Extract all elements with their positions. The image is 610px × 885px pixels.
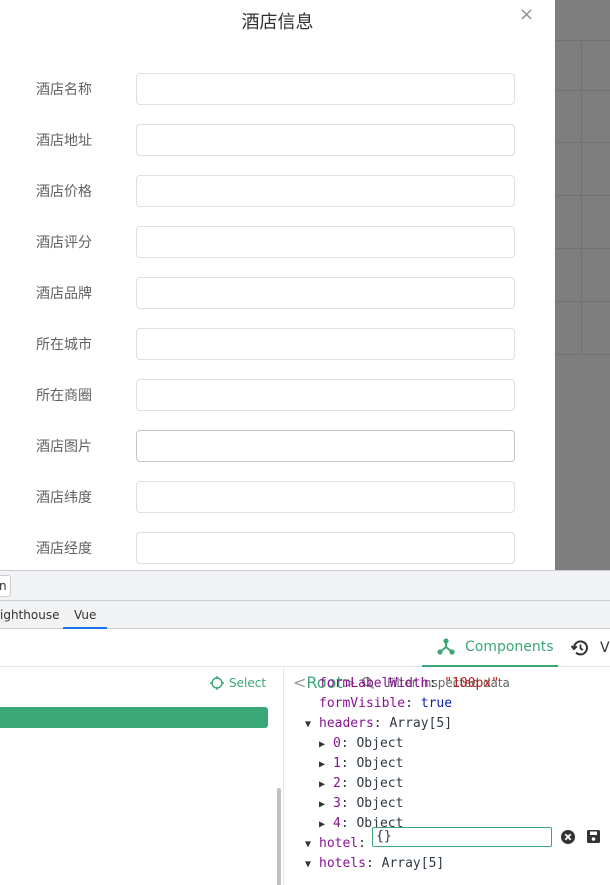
tab-timeline-label: V: [600, 640, 610, 656]
form-item-hotel-image: 酒店图片: [0, 430, 555, 464]
tab-components-label: Components: [465, 639, 554, 655]
field-label: 所在城市: [36, 337, 92, 353]
close-icon[interactable]: ×: [519, 6, 534, 24]
cancel-edit-icon[interactable]: [561, 830, 575, 844]
business-district-input[interactable]: [136, 379, 515, 411]
form-item-hotel-name: 酒店名称: [0, 73, 555, 107]
select-button[interactable]: Select: [210, 676, 266, 690]
field-label: 酒店品牌: [36, 286, 92, 302]
background-divider: [555, 301, 610, 302]
caret-down-icon[interactable]: ▼: [305, 855, 319, 875]
field-label: 酒店名称: [36, 82, 92, 98]
caret-right-icon[interactable]: ▶: [319, 795, 333, 815]
components-icon: [437, 638, 455, 655]
tree-node-selected[interactable]: [0, 707, 268, 728]
background-divider: [555, 142, 610, 143]
screen: 酒店信息 × 酒店名称 酒店地址 酒店价格 酒店评分 酒店品牌 所在城市 所在商…: [0, 0, 610, 885]
field-label: 酒店地址: [36, 133, 92, 149]
hotel-image-input[interactable]: [136, 430, 515, 462]
hotel-dialog: 酒店信息 × 酒店名称 酒店地址 酒店价格 酒店评分 酒店品牌 所在城市 所在商…: [0, 0, 555, 570]
scrollbar[interactable]: [277, 788, 281, 885]
form-item-latitude: 酒店纬度: [0, 481, 555, 515]
tab-components[interactable]: Components: [422, 629, 558, 667]
caret-right-icon[interactable]: ▶: [319, 735, 333, 755]
state-row-expandable[interactable]: ▶ 1: Object: [319, 754, 403, 774]
history-icon: [570, 640, 588, 656]
form-item-hotel-brand: 酒店品牌: [0, 277, 555, 311]
field-label: 酒店图片: [36, 439, 92, 455]
select-label: Select: [229, 676, 267, 690]
caret-down-icon[interactable]: ▼: [305, 835, 319, 855]
value-edit-input[interactable]: {}: [372, 827, 552, 847]
city-input[interactable]: [136, 328, 515, 360]
form-item-hotel-score: 酒店评分: [0, 226, 555, 260]
tab-vue[interactable]: Vue: [63, 601, 107, 629]
background-divider: [555, 90, 610, 91]
state-row-expandable[interactable]: ▼ headers: Array[5]: [305, 714, 452, 734]
state-row-expandable[interactable]: ▶ 3: Object: [319, 794, 403, 814]
tab-lighthouse[interactable]: ighthouse: [0, 601, 59, 629]
field-label: 酒店纬度: [36, 490, 92, 506]
background-divider: [555, 248, 610, 249]
background-divider: [555, 354, 610, 355]
caret-down-icon[interactable]: ▼: [305, 715, 319, 735]
tree-toolbar: Select: [0, 668, 284, 700]
background-divider: [581, 40, 582, 355]
toolbar-button[interactable]: n: [0, 575, 11, 597]
state-row-expandable[interactable]: ▼ hotels: Array[5]: [305, 854, 444, 874]
hotel-score-input[interactable]: [136, 226, 515, 258]
background-divider: [555, 40, 610, 41]
state-row-expandable[interactable]: ▶ 2: Object: [319, 774, 403, 794]
dialog-title: 酒店信息: [241, 12, 314, 33]
tab-timeline[interactable]: V: [570, 629, 610, 667]
state-inspector-pane: <Root> Filter inspected data formLabelWi…: [285, 668, 610, 885]
longitude-input[interactable]: [136, 532, 515, 564]
form-item-business-district: 所在商圈: [0, 379, 555, 413]
hotel-price-input[interactable]: [136, 175, 515, 207]
caret-right-icon[interactable]: ▶: [319, 755, 333, 775]
devtools-toolbar: n: [0, 571, 610, 601]
component-tree-pane: Select: [0, 668, 284, 885]
hotel-name-input[interactable]: [136, 73, 515, 105]
field-label: 所在商圈: [36, 388, 92, 404]
form-item-longitude: 酒店经度: [0, 532, 555, 566]
state-row-editing[interactable]: ▼ hotel:: [305, 834, 366, 854]
hotel-brand-input[interactable]: [136, 277, 515, 309]
state-row[interactable]: formVisible: true: [319, 694, 452, 714]
crosshair-icon: [210, 676, 224, 690]
form-item-city: 所在城市: [0, 328, 555, 362]
background-divider: [555, 195, 610, 196]
caret-right-icon[interactable]: ▶: [319, 775, 333, 795]
state-row-expandable[interactable]: ▶ 0: Object: [319, 734, 403, 754]
hotel-address-input[interactable]: [136, 124, 515, 156]
vue-nav: Components V: [0, 629, 610, 667]
form-item-hotel-address: 酒店地址: [0, 124, 555, 158]
modal-overlay[interactable]: [555, 0, 610, 570]
devtools-panel: n ighthouse Vue Components: [0, 570, 610, 885]
app-area: 酒店信息 × 酒店名称 酒店地址 酒店价格 酒店评分 酒店品牌 所在城市 所在商…: [0, 0, 610, 570]
devtools-tabs: ighthouse Vue: [0, 601, 610, 629]
form-item-hotel-price: 酒店价格: [0, 175, 555, 209]
state-row[interactable]: formLabelWidth: "100px": [319, 674, 499, 694]
save-icon[interactable]: [587, 830, 600, 843]
field-label: 酒店经度: [36, 541, 92, 557]
caret-right-icon[interactable]: ▶: [319, 815, 333, 835]
latitude-input[interactable]: [136, 481, 515, 513]
field-label: 酒店价格: [36, 184, 92, 200]
field-label: 酒店评分: [36, 235, 92, 251]
